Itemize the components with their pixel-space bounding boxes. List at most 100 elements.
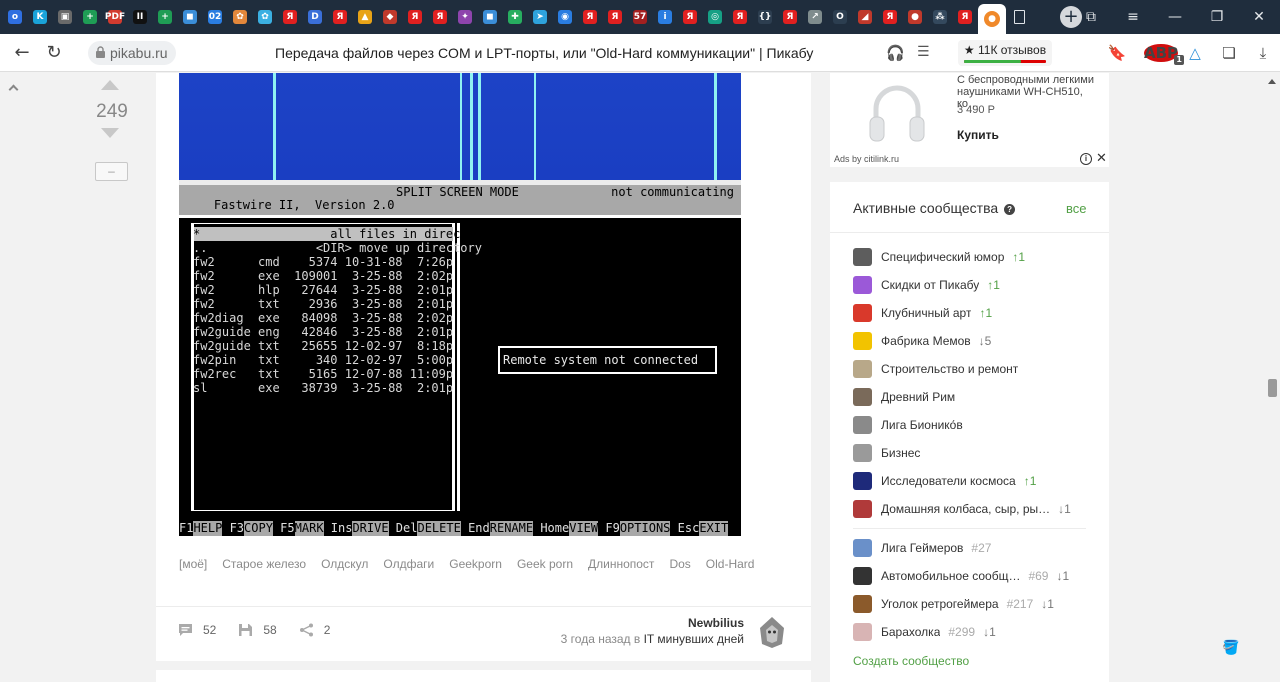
browser-tab[interactable]: o <box>3 5 27 29</box>
minimize-icon[interactable]: — <box>1154 9 1196 25</box>
close-window-icon[interactable]: ✕ <box>1238 9 1280 25</box>
browser-tab[interactable]: ◎ <box>703 5 727 29</box>
community-item[interactable]: Барахолка #299 ↓1 <box>853 622 996 642</box>
reviews-badge[interactable]: ★ 11К отзывов <box>958 40 1052 66</box>
author-name[interactable]: Newbilius <box>520 616 744 630</box>
close-icon[interactable]: ✕ <box>1096 151 1107 166</box>
comments-count[interactable]: 52 <box>203 623 216 637</box>
community-link[interactable]: IT минувших дней <box>644 632 744 646</box>
browser-tab[interactable] <box>1007 5 1031 29</box>
community-item[interactable]: Скидки от Пикабу ↑1 <box>853 275 1000 295</box>
community-item[interactable]: Фабрика Мемов ↓5 <box>853 331 991 351</box>
bookmark-icon[interactable]: 🔖 <box>1100 44 1134 62</box>
domain-pill[interactable]: pikabu.ru <box>88 41 176 65</box>
tag-link[interactable]: [моё] <box>179 551 207 577</box>
browser-tab[interactable]: Я <box>603 5 627 29</box>
community-item[interactable]: Строительство и ремонт <box>853 359 1018 379</box>
community-item[interactable]: Древний Рим <box>853 387 955 407</box>
scroll-up-arrow[interactable] <box>1268 79 1276 84</box>
browser-tab[interactable]: Я <box>578 5 602 29</box>
browser-tab[interactable]: Я <box>428 5 452 29</box>
browser-tab[interactable]: ◆ <box>378 5 402 29</box>
vote-up-icon[interactable] <box>101 80 119 90</box>
browser-tab[interactable]: PDF <box>103 5 127 29</box>
browser-tab[interactable]: ✿ <box>253 5 277 29</box>
community-item[interactable]: Автомобильное сообщ… #69 ↓1 <box>853 566 1069 586</box>
scroll-up-icon[interactable] <box>8 84 19 95</box>
browser-tab[interactable]: i <box>653 5 677 29</box>
community-item[interactable]: Специфический юмор ↑1 <box>853 247 1025 267</box>
tag-link[interactable]: Старое железо <box>222 551 306 577</box>
tag-link[interactable]: Old-Hard <box>706 551 755 577</box>
comments-icon[interactable] <box>178 623 193 637</box>
community-item[interactable]: Исследователи космоса ↑1 <box>853 471 1036 491</box>
ad-banner[interactable]: С беспроводными легкими наушниками WH-CH… <box>830 73 1109 167</box>
tag-link[interactable]: Олдфаги <box>383 551 434 577</box>
communities-all-link[interactable]: все <box>1066 201 1087 216</box>
tag-link[interactable]: Олдскул <box>321 551 368 577</box>
browser-tab[interactable]: D <box>303 5 327 29</box>
ad-source[interactable]: Ads by citilink.ru <box>834 154 899 164</box>
create-community-link[interactable]: Создать сообщество <box>853 654 969 668</box>
browser-tab[interactable]: ● <box>978 4 1006 34</box>
browser-tab[interactable]: ◼ <box>478 5 502 29</box>
browser-tab[interactable]: ▲ <box>353 5 377 29</box>
browser-tab[interactable]: Я <box>953 5 977 29</box>
reader-mode-icon[interactable]: ☰ <box>917 44 930 60</box>
browser-tab[interactable]: ↗ <box>803 5 827 29</box>
browser-tab[interactable]: + <box>153 5 177 29</box>
tag-link[interactable]: Geek porn <box>517 551 573 577</box>
headphones-icon[interactable]: 🎧 <box>886 44 905 62</box>
community-item[interactable]: Уголок ретрогеймера #217 ↓1 <box>853 594 1054 614</box>
browser-tab[interactable]: ➤ <box>528 5 552 29</box>
tab-manager-icon[interactable]: ⧉ <box>1070 9 1112 25</box>
info-icon[interactable]: i <box>1080 153 1092 165</box>
browser-tab[interactable]: ✚ <box>503 5 527 29</box>
restore-icon[interactable]: ❐ <box>1196 9 1238 25</box>
browser-tab[interactable]: Я <box>403 5 427 29</box>
tag-link[interactable]: Dos <box>669 551 690 577</box>
community-item[interactable]: Бизнес <box>853 443 920 463</box>
browser-tab[interactable]: 02 <box>203 5 227 29</box>
browser-tab[interactable]: ▣ <box>53 5 77 29</box>
browser-tab[interactable]: Я <box>328 5 352 29</box>
collections-icon[interactable]: ❏ <box>1212 44 1246 62</box>
browser-tab[interactable]: ● <box>903 5 927 29</box>
shares-count[interactable]: 2 <box>324 623 331 637</box>
save-icon[interactable] <box>238 623 253 637</box>
browser-tab[interactable]: Я <box>778 5 802 29</box>
browser-tab[interactable]: ◼ <box>178 5 202 29</box>
ad-buy-link[interactable]: Купить <box>957 128 999 142</box>
share-icon[interactable] <box>299 623 314 637</box>
menu-icon[interactable]: ≡ <box>1112 9 1154 25</box>
community-item[interactable]: Домашняя колбаса, сыр, ры… ↓1 <box>853 499 1071 519</box>
browser-tab[interactable]: II <box>128 5 152 29</box>
reload-icon[interactable]: ↻ <box>38 42 70 63</box>
community-item[interactable]: Лига Бионико́в <box>853 415 963 435</box>
back-icon[interactable]: ← <box>6 42 38 63</box>
adblock-icon[interactable]: ABP 1 <box>1144 44 1184 65</box>
browser-tab[interactable]: 57 <box>628 5 652 29</box>
browser-tab[interactable]: Я <box>678 5 702 29</box>
vote-down-icon[interactable] <box>101 128 119 138</box>
browser-tab[interactable]: K <box>28 5 52 29</box>
download-icon[interactable]: ⤓ <box>1246 44 1280 62</box>
saves-count[interactable]: 58 <box>263 623 276 637</box>
browser-tab[interactable]: {} <box>753 5 777 29</box>
browser-tab[interactable]: ◢ <box>853 5 877 29</box>
community-item[interactable]: Лига Геймеров #27 <box>853 538 991 558</box>
tag-link[interactable]: Geekporn <box>449 551 502 577</box>
scrollbar[interactable] <box>1265 73 1280 682</box>
tag-link[interactable]: Длиннопост <box>588 551 654 577</box>
browser-tab[interactable]: + <box>78 5 102 29</box>
browser-tab[interactable]: O <box>828 5 852 29</box>
browser-tab[interactable]: Я <box>878 5 902 29</box>
community-item[interactable]: Клубничный арт ↑1 <box>853 303 992 323</box>
collapse-button[interactable]: – <box>95 162 128 181</box>
paint-bucket-icon[interactable]: 🪣 <box>1222 640 1239 656</box>
browser-tab[interactable]: ⁂ <box>928 5 952 29</box>
avatar[interactable] <box>756 614 788 650</box>
help-icon[interactable]: ? <box>1004 204 1016 215</box>
browser-tab[interactable]: ✿ <box>228 5 252 29</box>
scrollbar-thumb[interactable] <box>1268 379 1277 397</box>
